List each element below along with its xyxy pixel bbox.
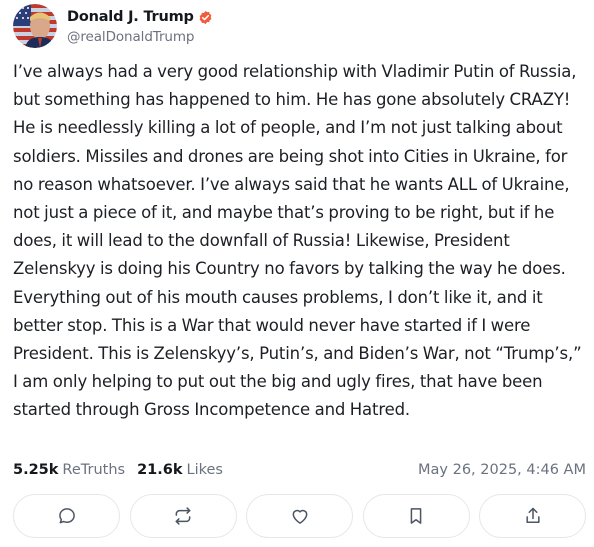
share-icon (525, 507, 540, 523)
avatar-image (13, 4, 57, 48)
retruth-button[interactable] (129, 494, 237, 538)
author-handle[interactable]: @realDonaldTrump (67, 29, 213, 45)
retruths-stat[interactable]: 5.25k ReTruths (13, 462, 125, 478)
post-stats: 5.25k ReTruths 21.6k Likes May 26, 2025,… (13, 460, 586, 480)
reply-button[interactable] (13, 494, 120, 538)
retruths-label: ReTruths (62, 462, 126, 478)
likes-count: 21.6k (137, 462, 183, 478)
truth-post: Donald J. Trump @realDonaldTrump I’ve al… (0, 0, 594, 547)
retruths-count: 5.25k (13, 462, 59, 478)
comment-icon (58, 508, 75, 524)
name-row: Donald J. Trump (67, 7, 213, 27)
verified-badge-icon (198, 10, 213, 25)
repost-icon (175, 507, 191, 525)
heart-icon (292, 509, 307, 524)
author-info: Donald J. Trump @realDonaldTrump (67, 7, 213, 45)
like-button[interactable] (246, 494, 353, 538)
likes-label: Likes (186, 462, 223, 478)
action-bar (13, 494, 586, 540)
post-header: Donald J. Trump @realDonaldTrump (13, 4, 213, 48)
post-body: I’ve always had a very good relationship… (13, 62, 582, 420)
bookmark-icon (410, 508, 422, 524)
display-name[interactable]: Donald J. Trump (67, 9, 194, 25)
avatar[interactable] (13, 4, 57, 48)
likes-stat[interactable]: 21.6k Likes (137, 462, 223, 478)
share-button[interactable] (479, 494, 586, 538)
bookmark-button[interactable] (362, 494, 470, 538)
post-timestamp[interactable]: May 26, 2025, 4:46 AM (418, 462, 586, 478)
